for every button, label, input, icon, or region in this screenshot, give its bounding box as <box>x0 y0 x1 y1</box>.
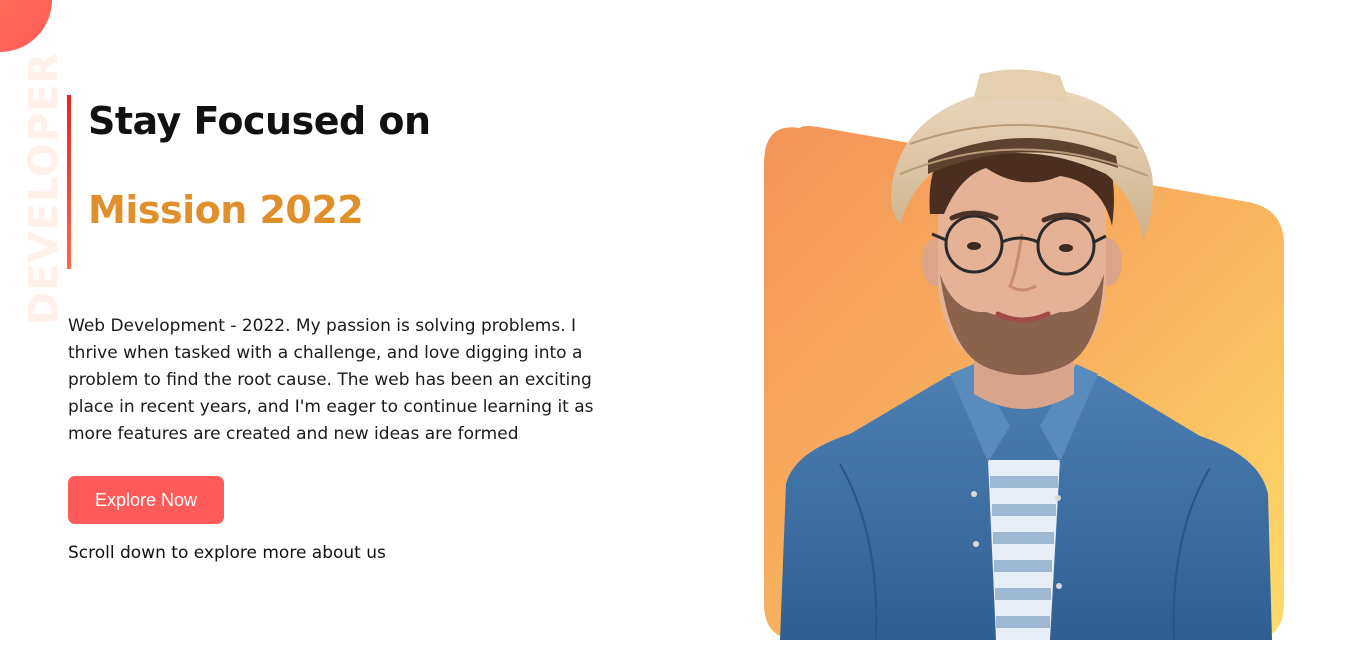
headline-block: Stay Focused on Mission 2022 <box>67 95 591 269</box>
corner-decoration <box>0 0 52 52</box>
hero-image <box>760 64 1292 644</box>
side-watermark-text: DEVELOPER <box>21 51 67 325</box>
hero-section: DEVELOPER Stay Focused on Mission 2022 W… <box>0 0 1366 657</box>
portrait-photo <box>764 69 1284 641</box>
scroll-hint-text: Scroll down to explore more about us <box>68 543 386 563</box>
explore-now-button[interactable]: Explore Now <box>68 476 224 524</box>
intro-paragraph: Web Development - 2022. My passion is so… <box>68 316 594 444</box>
headline-title: Stay Focused on <box>88 99 431 143</box>
headline-highlight: Mission 2022 <box>88 188 364 232</box>
